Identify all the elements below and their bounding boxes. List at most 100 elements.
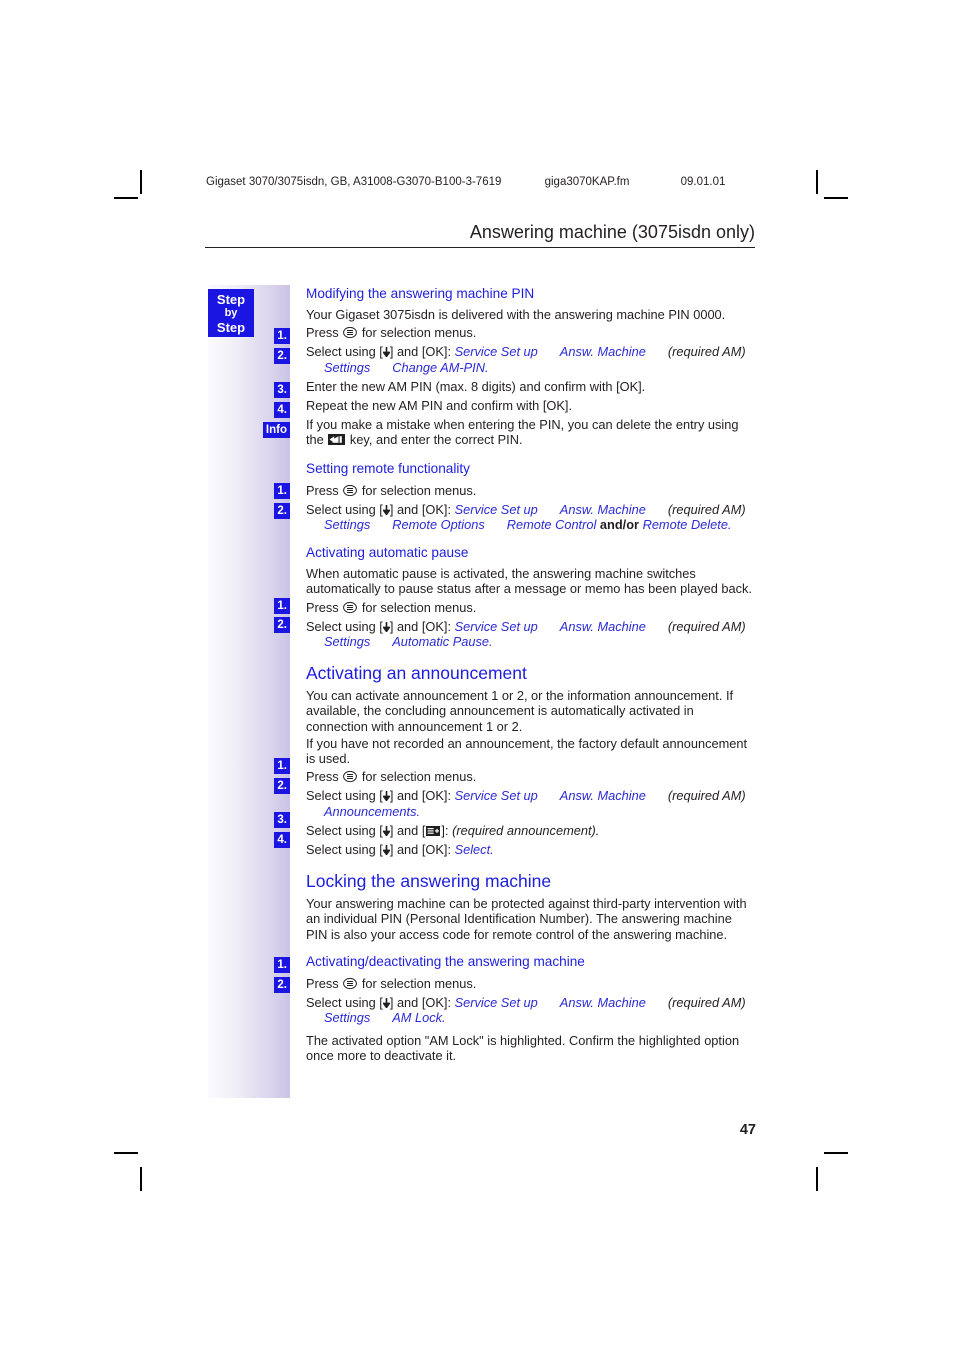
step-badge-1: 1. bbox=[274, 957, 290, 973]
menu-path-note: (required AM) bbox=[667, 501, 746, 517]
section-title-modifying-pin: Modifying the answering machine PIN bbox=[306, 286, 535, 301]
step-repeat-new-pin: Repeat the new AM PIN and confirm with [… bbox=[306, 396, 756, 415]
menu-path-item: Settings bbox=[324, 634, 371, 650]
select-using-label: Select using [ bbox=[306, 344, 383, 360]
for-menus-label: for selection menus. bbox=[358, 325, 477, 341]
press-label: Press bbox=[306, 599, 343, 615]
section-intro-modifying-pin: Your Gigaset 3075isdn is delivered with … bbox=[306, 307, 726, 322]
step-select-path-4: Select using [] and [OK]: Service Set up… bbox=[306, 786, 756, 820]
down-arrow-key-icon bbox=[382, 998, 390, 1009]
menu-path-item: Change AM-PIN. bbox=[392, 359, 489, 375]
step-badge-1: 1. bbox=[274, 483, 290, 499]
menu-path-item: Service Set up bbox=[454, 344, 538, 360]
select-using-label: Select using [ bbox=[306, 995, 383, 1011]
section-title-activating-announcement: Activating an announcement bbox=[306, 663, 527, 684]
step-select-path-3: Select using [] and [OK]: Service Set up… bbox=[306, 617, 756, 651]
menu-path-item: Select. bbox=[454, 842, 494, 858]
section-outro-locking: The activated option "AM Lock" is highli… bbox=[306, 1032, 740, 1063]
down-arrow-key-icon bbox=[382, 504, 390, 515]
section-title-locking: Locking the answering machine bbox=[306, 871, 552, 892]
crop-mark-bottom-right-horizontal bbox=[824, 1152, 848, 1154]
step-enter-new-pin: Enter the new AM PIN (max. 8 digits) and… bbox=[306, 377, 756, 396]
step-by-step-line3: Step bbox=[216, 320, 246, 335]
menu-path-conjunction: and/or bbox=[599, 517, 640, 533]
crop-mark-bottom-left-vertical bbox=[140, 1167, 142, 1191]
down-arrow-key-icon bbox=[382, 845, 390, 856]
step-select-path-1: Select using [] and [OK]: Service Set up… bbox=[306, 342, 756, 376]
for-menus-label: for selection menus. bbox=[358, 975, 477, 991]
step-by-step-line1: Step bbox=[216, 292, 246, 307]
menu-path-item: Announcements. bbox=[324, 803, 421, 819]
select-using-label: Select using [ bbox=[306, 501, 383, 517]
step-badge-1: 1. bbox=[274, 328, 290, 344]
select-using-label: Select using [ bbox=[306, 788, 383, 804]
menu-path-item: Answ. Machine bbox=[559, 344, 646, 360]
back-delete-key-icon bbox=[328, 434, 346, 446]
section-title-automatic-pause: Activating automatic pause bbox=[306, 545, 469, 561]
step-press-menu-5: Press for selection menus. bbox=[306, 974, 756, 993]
down-arrow-key-icon bbox=[382, 621, 390, 632]
crop-mark-top-right-horizontal bbox=[824, 197, 848, 199]
down-arrow-key-icon bbox=[382, 825, 390, 836]
press-label: Press bbox=[306, 769, 343, 785]
menu-key-icon bbox=[343, 977, 358, 989]
step-badge-1: 1. bbox=[274, 758, 290, 774]
step-badge-3: 3. bbox=[274, 812, 290, 828]
menu-path-note: (required AM) bbox=[667, 344, 746, 360]
print-document-id: Gigaset 3070/3075isdn, GB, A31008-G3070-… bbox=[206, 176, 502, 188]
select-using-label: Select using [ bbox=[306, 822, 383, 838]
press-label: Press bbox=[306, 482, 343, 498]
menu-path-item: Settings bbox=[324, 517, 371, 533]
menu-path-item: Answ. Machine bbox=[559, 618, 646, 634]
and-ok-label: ] and [OK]: bbox=[389, 501, 455, 517]
menu-key-icon bbox=[343, 601, 358, 613]
page-content: Modifying the answering machine PIN Your… bbox=[306, 285, 756, 1064]
menu-path-item: Remote Delete. bbox=[642, 517, 732, 533]
menu-path-item: Service Set up bbox=[454, 995, 538, 1011]
for-menus-label: for selection menus. bbox=[358, 482, 477, 498]
step-press-menu-1: Press for selection menus. bbox=[306, 323, 756, 342]
step-select-confirm: Select using [] and [OK]: Select. bbox=[306, 840, 756, 859]
print-info-line: Gigaset 3070/3075isdn, GB, A31008-G3070-… bbox=[206, 176, 766, 188]
step-badge-2: 2. bbox=[274, 977, 290, 993]
step-badge-4: 4. bbox=[274, 402, 290, 418]
step-badge-2: 2. bbox=[274, 617, 290, 633]
press-label: Press bbox=[306, 325, 343, 341]
step-badge-4: 4. bbox=[274, 832, 290, 848]
section-intro-automatic-pause: When automatic pause is activated, the a… bbox=[306, 566, 753, 597]
step-badge-3: 3. bbox=[274, 382, 290, 398]
menu-key-icon bbox=[343, 484, 358, 496]
step-badge-2: 2. bbox=[274, 348, 290, 364]
step-select-path-5: Select using [] and [OK]: Service Set up… bbox=[306, 993, 756, 1027]
crop-mark-top-right-vertical bbox=[816, 170, 818, 194]
menu-path-item: AM Lock. bbox=[392, 1010, 446, 1026]
step-badge-1: 1. bbox=[274, 598, 290, 614]
step-select-path-2: Select using [] and [OK]: Service Set up… bbox=[306, 500, 756, 534]
section-intro-locking: Your answering machine can be protected … bbox=[306, 896, 747, 942]
step-by-step-label-box: Step by Step bbox=[208, 289, 254, 337]
step-badge-2: 2. bbox=[274, 778, 290, 794]
menu-path-item: Remote Control bbox=[506, 517, 597, 533]
print-file-name: giga3070KAP.fm bbox=[544, 176, 630, 188]
step-select-announcement: Select using [] and []: (required announ… bbox=[306, 821, 756, 840]
page-number: 47 bbox=[739, 1122, 756, 1138]
section-intro-activating-announcement: You can activate announcement 1 or 2, or… bbox=[306, 688, 734, 734]
and-ok-label: ] and [OK]: bbox=[389, 618, 455, 634]
crop-mark-top-left-vertical bbox=[140, 170, 142, 194]
for-menus-label: for selection menus. bbox=[358, 769, 477, 785]
print-date: 09.01.01 bbox=[680, 176, 726, 188]
and-display-label: ] and [ bbox=[389, 822, 426, 838]
press-label: Press bbox=[306, 975, 343, 991]
info-text-after: key, and enter the correct PIN. bbox=[346, 432, 523, 448]
step-info-mistake: If you make a mistake when entering the … bbox=[306, 415, 756, 449]
crop-mark-top-left-horizontal bbox=[114, 197, 138, 199]
crop-mark-bottom-right-vertical bbox=[816, 1167, 818, 1191]
menu-path-item: Service Set up bbox=[454, 618, 538, 634]
crop-mark-bottom-left-horizontal bbox=[114, 1152, 138, 1154]
menu-path-item: Service Set up bbox=[454, 788, 538, 804]
announcement-note: (required announcement). bbox=[452, 822, 600, 838]
menu-path-item: Answ. Machine bbox=[559, 995, 646, 1011]
menu-key-icon bbox=[343, 771, 358, 783]
down-arrow-key-icon bbox=[382, 347, 390, 358]
step-badge-2: 2. bbox=[274, 503, 290, 519]
